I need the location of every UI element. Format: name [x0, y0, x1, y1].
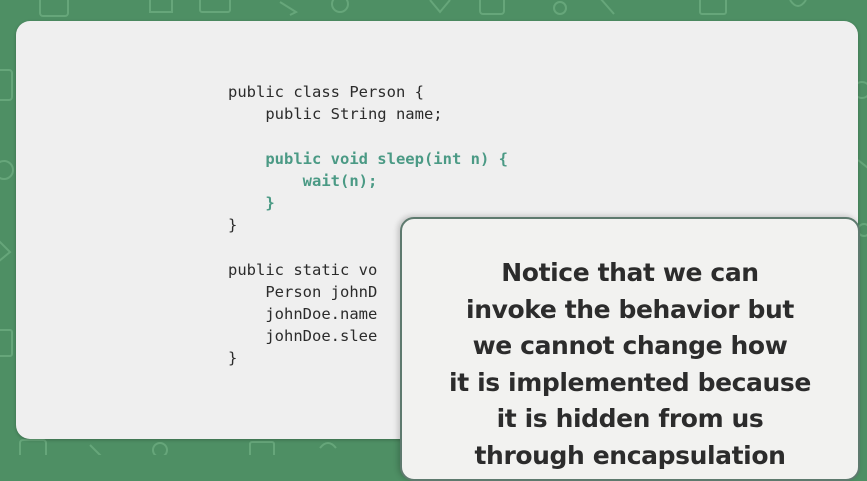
code-line: public String name; — [228, 105, 443, 124]
explanation-callout: Notice that we can invoke the behavior bu… — [400, 217, 860, 481]
callout-line: it is implemented because — [449, 367, 811, 397]
callout-text: Notice that we can invoke the behavior bu… — [402, 255, 858, 474]
code-line: public class Person { — [228, 83, 424, 101]
code-line: public void sleep(int n) { — [228, 149, 508, 168]
callout-line: it is hidden from us — [496, 404, 764, 433]
callout-line: invoke the behavior but — [466, 294, 794, 324]
code-line: } — [228, 193, 275, 212]
callout-line: we cannot change how — [472, 331, 788, 360]
callout-line: through encapsulation — [474, 440, 786, 470]
callout-line: Notice that we can — [501, 258, 759, 287]
code-line: wait(n); — [228, 171, 378, 190]
